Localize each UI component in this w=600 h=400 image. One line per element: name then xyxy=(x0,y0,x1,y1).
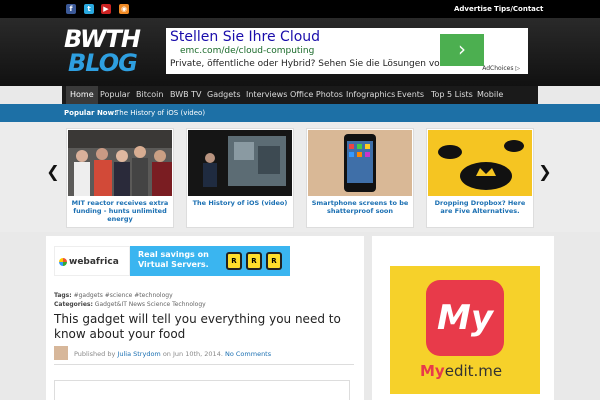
nav-popular[interactable]: Popular xyxy=(96,86,134,104)
categories-label: Categories: xyxy=(54,301,93,308)
adchoices-label[interactable]: AdChoices ▷ xyxy=(482,65,520,72)
top-bar: f t ▶ ◉ Advertise Tips/Contact xyxy=(0,0,600,18)
clouds-illustration xyxy=(428,130,532,196)
carousel-next-icon[interactable]: ❯ xyxy=(538,162,552,181)
nav-events[interactable]: Events xyxy=(393,86,428,104)
card-thumbnail-crowd[interactable] xyxy=(68,130,172,196)
carousel-card[interactable]: MIT reactor receives extra funding - hun… xyxy=(66,128,174,228)
webafrica-banner-ad[interactable]: webafrica Real savings on Virtual Server… xyxy=(54,246,290,276)
nav-gadgets[interactable]: Gadgets xyxy=(203,86,244,104)
comments-link[interactable]: No Comments xyxy=(225,350,271,358)
published-by-label: Published by xyxy=(74,350,116,358)
author-link[interactable]: Julia Strydom xyxy=(117,350,160,358)
ad-url[interactable]: emc.com/de/cloud-computing xyxy=(180,46,314,56)
webafrica-logo-icon xyxy=(59,258,67,266)
keynote-photo xyxy=(188,130,292,196)
coin-icon: R xyxy=(246,252,262,270)
tags-row: Tags: #gadgets #science #technology xyxy=(54,292,173,299)
main-nav: Home Popular Bitcoin BWB TV Gadgets Inte… xyxy=(62,86,538,104)
myedit-brand: Myedit.me xyxy=(420,362,502,380)
nav-bwb-tv[interactable]: BWB TV xyxy=(166,86,206,104)
categories-links[interactable]: Gadget&IT News Science Technology xyxy=(95,301,206,308)
nav-bitcoin[interactable]: Bitcoin xyxy=(132,86,167,104)
nav-interviews[interactable]: Interviews xyxy=(242,86,291,104)
smartphone-photo xyxy=(308,130,412,196)
site-header: BWTH BLOG Stellen Sie Ihre Cloud emc.com… xyxy=(0,18,600,86)
site-logo[interactable]: BWTH BLOG xyxy=(64,26,154,82)
twitter-icon[interactable]: t xyxy=(84,4,94,14)
carousel-prev-icon[interactable]: ❮ xyxy=(46,162,60,181)
coin-icon: R xyxy=(226,252,242,270)
nav-home[interactable]: Home xyxy=(66,86,98,104)
youtube-icon[interactable]: ▶ xyxy=(101,4,111,14)
sidebar: My Myedit.me xyxy=(372,236,554,400)
card-thumbnail-phone[interactable] xyxy=(308,130,412,196)
myedit-logo-icon: My xyxy=(426,280,504,356)
nav-mobile[interactable]: Mobile xyxy=(473,86,507,104)
card-thumbnail-keynote[interactable] xyxy=(188,130,292,196)
nav-office-photos[interactable]: Office Photos xyxy=(286,86,347,104)
webafrica-logo: webafrica xyxy=(54,246,130,276)
coin-icon: R xyxy=(266,252,282,270)
article-title[interactable]: This gadget will tell you everything you… xyxy=(54,312,354,342)
rss-icon[interactable]: ◉ xyxy=(119,4,129,14)
tags-links[interactable]: #gadgets #science #technology xyxy=(74,292,173,299)
author-avatar[interactable] xyxy=(54,346,68,360)
webafrica-brand: webafrica xyxy=(69,257,119,267)
popular-now-link[interactable]: The History of iOS (video) xyxy=(115,109,205,117)
banner-tagline-area: Real savings on Virtual Servers. R R R xyxy=(130,246,290,276)
byline-text: Published by Julia Strydom on Jun 10th, … xyxy=(74,350,271,358)
divider xyxy=(54,364,354,365)
nav-infographics[interactable]: Infographics xyxy=(342,86,399,104)
popular-now-label: Popular Now: xyxy=(64,109,117,117)
card-caption[interactable]: Dropping Dropbox? Here are Five Alternat… xyxy=(431,199,529,215)
ad-description: Private, öffentliche oder Hybrid? Sehen … xyxy=(170,59,471,69)
tags-label: Tags: xyxy=(54,292,72,299)
publish-date: on Jun 10th, 2014. xyxy=(162,350,223,358)
carousel-card[interactable]: Smartphone screens to be shatterproof so… xyxy=(306,128,414,228)
facebook-icon[interactable]: f xyxy=(66,4,76,14)
advertise-link[interactable]: Advertise xyxy=(454,5,492,13)
ad-go-arrow-icon[interactable]: › xyxy=(440,34,484,66)
logo-line-2: BLOG xyxy=(68,49,138,77)
myedit-brand-prefix: My xyxy=(420,362,445,380)
crowd-photo xyxy=(68,130,172,196)
content-box xyxy=(54,380,350,400)
myedit-brand-suffix: edit.me xyxy=(444,362,503,380)
popular-now-bar: Popular Now: The History of iOS (video) xyxy=(0,104,600,122)
banner-tagline: Real savings on Virtual Servers. xyxy=(138,250,209,269)
carousel-card[interactable]: Dropping Dropbox? Here are Five Alternat… xyxy=(426,128,534,228)
featured-carousel: ❮ ❯ MIT reactor receives extra funding -… xyxy=(0,122,600,232)
ad-title[interactable]: Stellen Sie Ihre Cloud xyxy=(170,29,320,45)
card-thumbnail-clouds[interactable] xyxy=(428,130,532,196)
article-column: webafrica Real savings on Virtual Server… xyxy=(46,236,364,400)
nav-top-5-lists[interactable]: Top 5 Lists xyxy=(427,86,477,104)
card-caption[interactable]: The History of iOS (video) xyxy=(191,199,289,207)
categories-row: Categories: Gadget&IT News Science Techn… xyxy=(54,301,206,308)
article-byline: Published by Julia Strydom on Jun 10th, … xyxy=(54,346,354,362)
header-ad[interactable]: Stellen Sie Ihre Cloud emc.com/de/cloud-… xyxy=(166,28,528,74)
card-caption[interactable]: MIT reactor receives extra funding - hun… xyxy=(71,199,169,223)
carousel-card[interactable]: The History of iOS (video) xyxy=(186,128,294,228)
card-caption[interactable]: Smartphone screens to be shatterproof so… xyxy=(311,199,409,215)
tips-contact-link[interactable]: Tips/Contact xyxy=(494,5,543,13)
myedit-ad[interactable]: My Myedit.me xyxy=(390,266,540,394)
